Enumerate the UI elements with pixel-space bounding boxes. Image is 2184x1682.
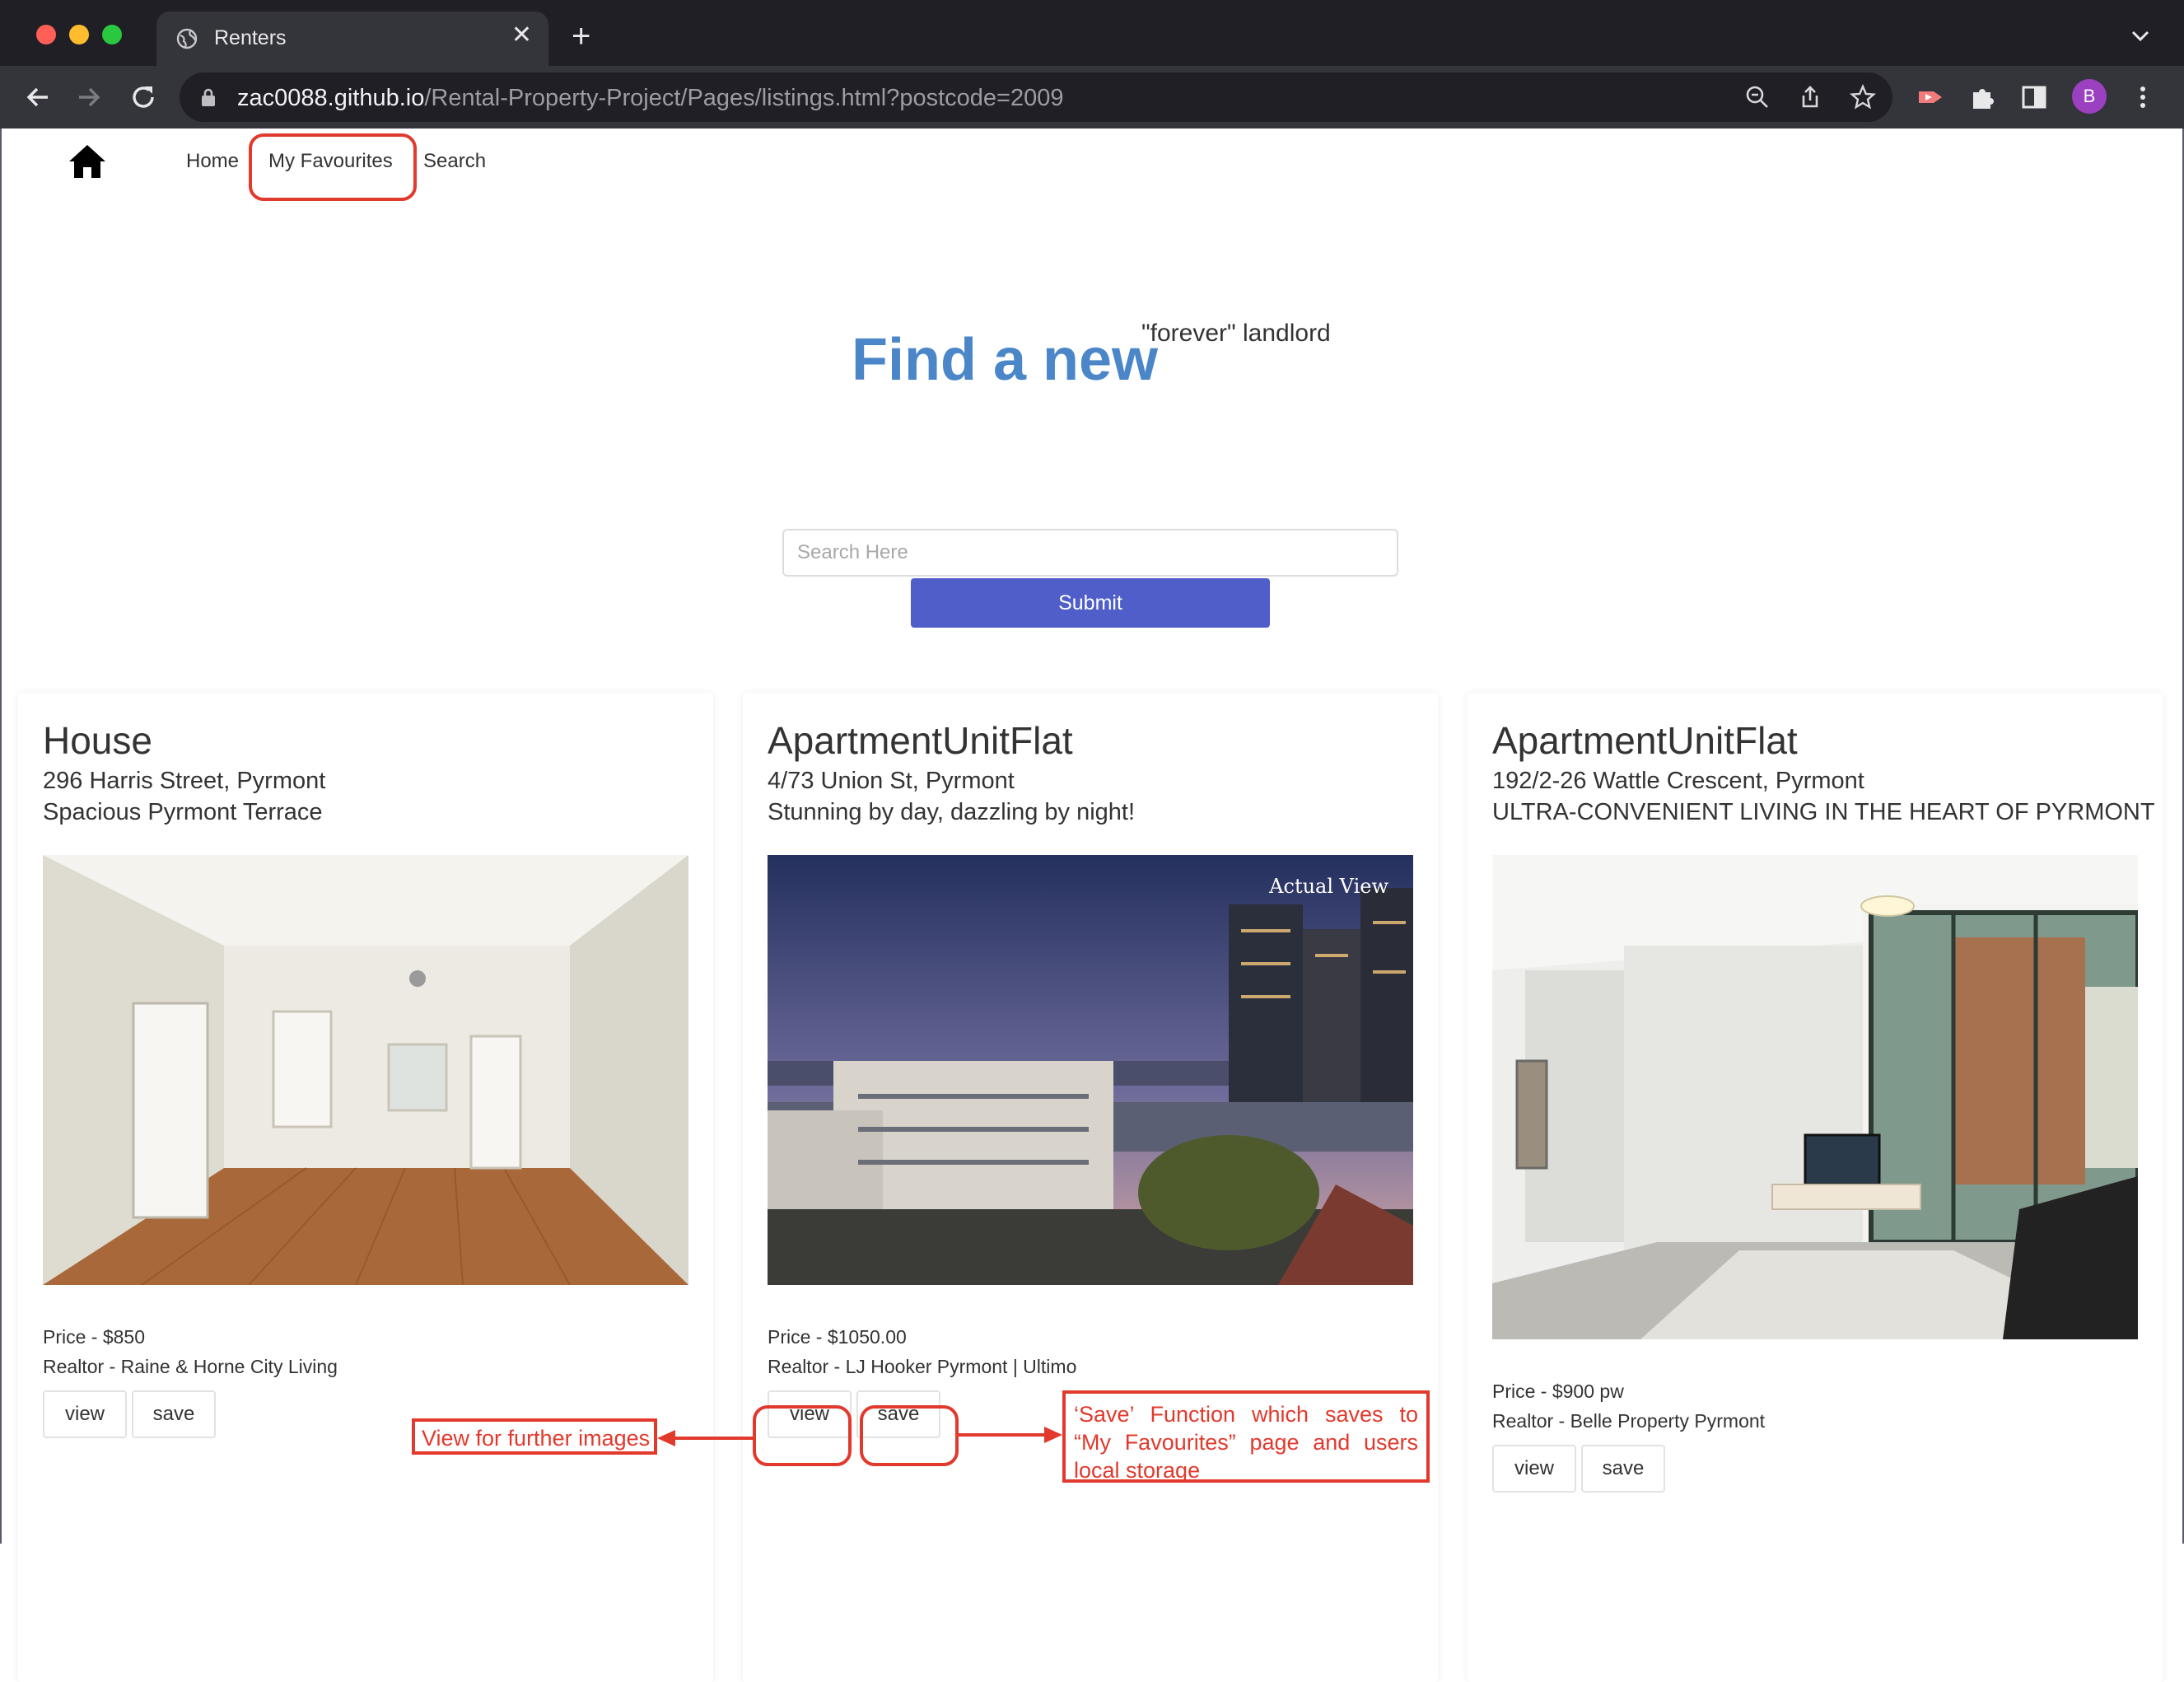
browser-tab[interactable]: Renters ✕ [156, 12, 548, 68]
minimize-window-button[interactable] [69, 25, 89, 44]
view-highlight-annotation [753, 1405, 852, 1466]
listing-type: ApartmentUnitFlat [768, 719, 1073, 762]
listing-description: Spacious Pyrmont Terrace [43, 799, 323, 825]
view-button[interactable]: view [1492, 1445, 1576, 1493]
url-path: /Rental-Property-Project/Pages/listings.… [424, 85, 1064, 111]
listing-card: ApartmentUnitFlat 192/2-26 Wattle Cresce… [1468, 694, 2163, 1682]
view-annotation-label: View for further images [412, 1418, 657, 1455]
nav-search-link[interactable]: Search [423, 150, 486, 173]
profile-avatar[interactable]: B [2072, 79, 2107, 114]
listing-realtor: Realtor - Belle Property Pyrmont [1492, 1410, 1766, 1432]
url-text: zac0088.github.io/Rental-Property-Projec… [237, 85, 1064, 112]
browser-titlebar: Renters ✕ + [0, 0, 2184, 68]
more-menu-icon[interactable] [2128, 82, 2158, 112]
save-annotation-label: ‘Save’ Function which saves to “My Favou… [1062, 1390, 1430, 1483]
url-host: zac0088.github.io [237, 85, 425, 111]
hero-tagline: "forever" landlord [1141, 320, 1331, 347]
view-button[interactable]: view [43, 1390, 127, 1438]
side-panel-icon[interactable] [2019, 82, 2049, 112]
search-input[interactable] [782, 529, 1398, 577]
listing-type: ApartmentUnitFlat [1492, 719, 1798, 762]
save-highlight-annotation [860, 1405, 959, 1466]
new-tab-icon[interactable]: + [572, 20, 590, 53]
listing-price: Price - $1050.00 [768, 1326, 907, 1348]
listing-photo-wrapper: Actual View [768, 855, 1413, 1285]
forward-arrow-icon[interactable] [72, 81, 105, 114]
listing-address: 4/73 Union St, Pyrmont [768, 768, 1015, 794]
reload-icon[interactable] [127, 81, 160, 114]
listing-realtor: Realtor - LJ Hooker Pyrmont | Ultimo [768, 1356, 1077, 1377]
address-bar[interactable]: zac0088.github.io/Rental-Property-Projec… [180, 72, 1892, 122]
close-window-button[interactable] [36, 25, 56, 44]
tab-title: Renters [214, 26, 287, 49]
home-icon[interactable] [66, 142, 109, 181]
lock-icon [202, 88, 215, 106]
favourites-highlight-annotation [249, 133, 417, 201]
nav-home-link[interactable]: Home [186, 150, 239, 173]
listing-card: House 296 Harris Street, Pyrmont Spaciou… [18, 694, 713, 1682]
save-button[interactable]: save [132, 1390, 216, 1438]
zoom-icon[interactable] [1744, 84, 1771, 110]
share-icon[interactable] [1797, 84, 1823, 110]
listing-type: House [43, 719, 152, 762]
puzzle-icon[interactable] [1968, 82, 1998, 112]
listing-address: 192/2-26 Wattle Crescent, Pyrmont [1492, 768, 1864, 794]
view-annotation-text: View for further images [422, 1426, 651, 1451]
save-button[interactable]: save [1581, 1445, 1665, 1493]
image-caption: Actual View [1269, 875, 1388, 898]
listing-realtor: Realtor - Raine & Horne City Living [43, 1356, 338, 1377]
browser-toolbar: zac0088.github.io/Rental-Property-Projec… [0, 66, 2184, 128]
listing-address: 296 Harris Street, Pyrmont [43, 768, 326, 794]
globe-icon [176, 28, 198, 49]
listing-card: ApartmentUnitFlat 4/73 Union St, Pyrmont… [743, 694, 1438, 1682]
listing-photo [1492, 855, 2138, 1339]
extension-icon[interactable] [1916, 82, 1945, 112]
save-annotation-text: ‘Save’ Function which saves to “My Favou… [1074, 1402, 1418, 1483]
listing-photo [43, 855, 688, 1285]
listing-price: Price - $900 pw [1492, 1381, 1624, 1402]
web-page: Home My Favourites Search Find a new "fo… [0, 128, 2184, 1682]
bookmark-star-icon[interactable] [1850, 84, 1876, 110]
listing-description: ULTRA-CONVENIENT LIVING IN THE HEART OF … [1492, 799, 2155, 825]
back-arrow-icon[interactable] [21, 81, 54, 114]
listing-photo [768, 855, 1413, 1285]
submit-button[interactable]: Submit [911, 578, 1270, 628]
listing-price: Price - $850 [43, 1326, 146, 1348]
chevron-down-icon[interactable] [2130, 25, 2151, 46]
listing-description: Stunning by day, dazzling by night! [768, 799, 1136, 825]
close-tab-icon[interactable]: ✕ [511, 23, 532, 48]
hero-title: Find a new [852, 327, 1159, 393]
maximize-window-button[interactable] [102, 25, 122, 44]
